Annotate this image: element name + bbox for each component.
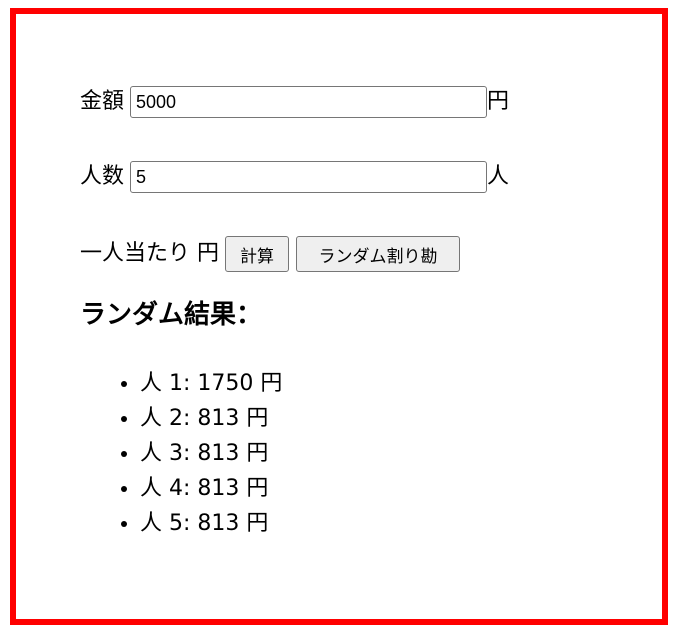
app-frame: 金額 円 人数 人 一人当たり 円 計算 ランダム割り勘 ランダム結果： 人 1…	[10, 8, 668, 625]
main-content: 金額 円 人数 人 一人当たり 円 計算 ランダム割り勘 ランダム結果： 人 1…	[80, 14, 662, 619]
amount-row: 金額 円	[80, 86, 509, 118]
people-input[interactable]	[130, 161, 488, 193]
result-item: 人 4: 813 円	[140, 471, 282, 506]
per-person-result: 一人当たり 円	[80, 241, 219, 266]
people-unit: 人	[487, 164, 510, 189]
result-item: 人 5: 813 円	[140, 506, 282, 541]
amount-label: 金額	[80, 89, 125, 114]
result-item: 人 3: 813 円	[140, 436, 282, 471]
people-label: 人数	[80, 164, 125, 189]
result-item: 人 2: 813 円	[140, 401, 282, 436]
amount-input[interactable]	[130, 86, 488, 118]
people-row: 人数 人	[80, 161, 509, 193]
random-result-list: 人 1: 1750 円 人 2: 813 円 人 3: 813 円 人 4: 8…	[80, 366, 282, 541]
calculate-button[interactable]: 計算	[225, 236, 289, 272]
random-split-button[interactable]: ランダム割り勘	[296, 236, 460, 272]
amount-unit: 円	[487, 89, 510, 114]
per-person-row: 一人当たり 円 計算 ランダム割り勘	[80, 236, 460, 272]
result-item: 人 1: 1750 円	[140, 366, 282, 401]
random-result-heading: ランダム結果：	[80, 300, 263, 330]
